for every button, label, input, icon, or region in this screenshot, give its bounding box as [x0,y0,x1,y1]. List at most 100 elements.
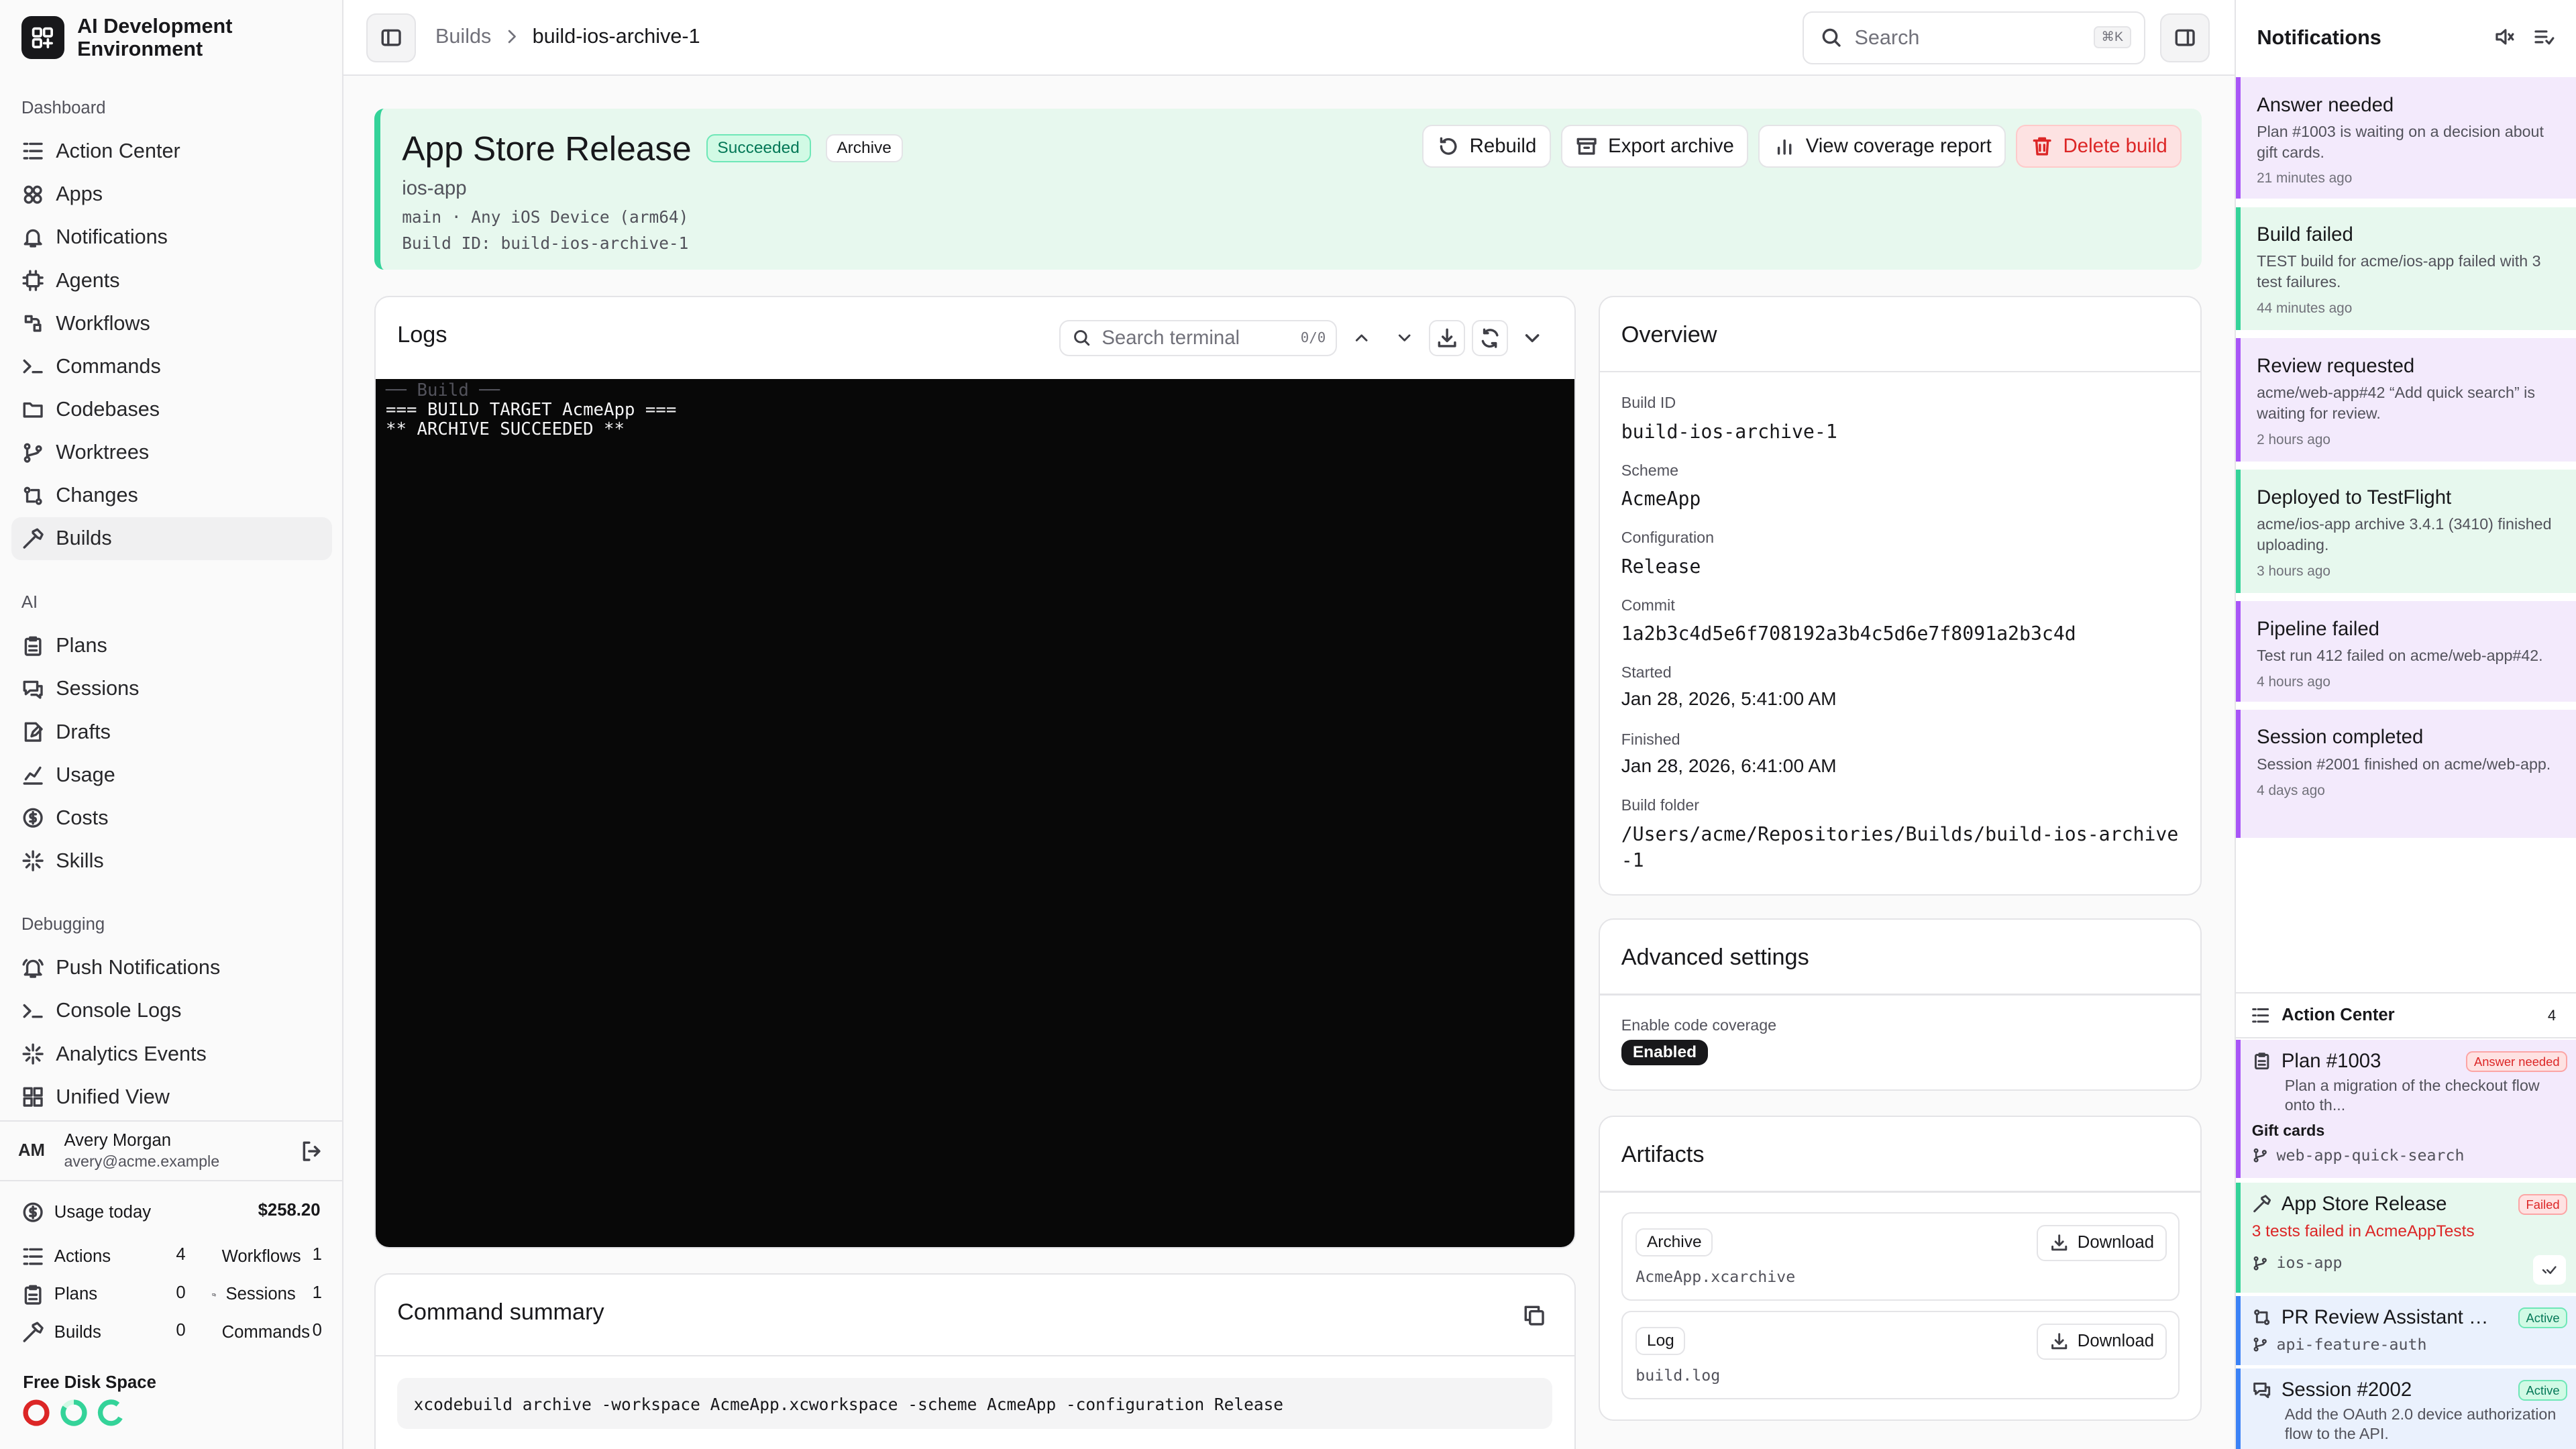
chat-icon [212,1283,216,1306]
sidebar-item-push-notifications[interactable]: Push Notifications [11,947,332,989]
sidebar-toggle-icon [381,29,401,46]
section-title-debugging: Debugging [21,915,105,934]
advanced-settings-title: Advanced settings [1621,944,1809,970]
sidebar-item-costs[interactable]: Costs [11,796,332,839]
notification-item[interactable]: Deployed to TestFlight acme/ios-app arch… [2235,470,2576,594]
copy-command-button[interactable] [1516,1297,1552,1334]
dollar-icon [21,806,44,829]
delete-build-button[interactable]: Delete build [2016,125,2182,168]
sidebar-item-plans[interactable]: Plans [11,625,332,667]
git-compare-icon [21,484,44,507]
notifications-panel: Notifications Answer needed Plan #1003 i… [2234,0,2576,1449]
sidebar-item-worktrees[interactable]: Worktrees [11,431,332,474]
advanced-settings-card: Advanced settings Enable code coverage E… [1598,918,2202,1091]
artifact-type-badge: Archive [1635,1228,1713,1256]
git-branch-icon [21,441,44,464]
notification-item[interactable]: Answer needed Plan #1003 is waiting on a… [2235,77,2576,199]
toggle-right-panel-button[interactable] [2160,13,2210,63]
overview-build-id: Build ID build-ios-archive-1 [1621,394,1837,443]
sidebar-item-workflows[interactable]: Workflows [11,302,332,345]
download-archive-button[interactable]: Download [2037,1225,2167,1261]
chevron-down-icon [1398,334,1411,342]
mute-icon[interactable] [2494,26,2516,48]
sidebar-item-codebases[interactable]: Codebases [11,388,332,431]
stat-commands[interactable]: Commands [186,1321,310,1344]
check-icon [2542,1266,2557,1274]
bell-ring-icon [21,957,44,979]
rebuild-button[interactable]: Rebuild [1422,125,1551,168]
sidebar-item-action-center[interactable]: Action Center [11,129,332,172]
stat-plans[interactable]: Plans [21,1283,160,1306]
download-log-artifact-button[interactable]: Download [2037,1323,2167,1360]
terminal-output[interactable]: ── Build ── === BUILD TARGET AcmeApp ===… [376,379,1574,1248]
artifacts-title: Artifacts [1621,1141,1705,1167]
git-compare-icon [2252,1307,2271,1327]
notification-item[interactable]: Build failed TEST build for acme/ios-app… [2235,207,2576,331]
acknowledge-button[interactable] [2532,1255,2566,1285]
sidebar-item-notifications[interactable]: Notifications [11,216,332,259]
mark-all-read-icon[interactable] [2533,26,2555,48]
folder-icon [21,398,44,421]
disk-ring-icon [23,1399,50,1426]
sidebar-item-analytics-events[interactable]: Analytics Events [11,1032,332,1075]
search-shortcut: ⌘K [2093,25,2131,48]
sidebar-item-usage[interactable]: Usage [11,753,332,796]
stat-workflows[interactable]: Workflows [186,1245,301,1268]
refresh-icon [1481,328,1499,348]
download-log-button[interactable] [1429,320,1465,356]
sidebar-item-unified-view[interactable]: Unified View [11,1075,332,1118]
log-toolbar [1344,320,1551,356]
hammer-icon [21,527,44,550]
sidebar-item-agents[interactable]: Agents [11,259,332,302]
disk-space-rings[interactable] [21,1398,127,1428]
clipboard-icon [21,1283,44,1306]
sidebar-item-drafts[interactable]: Drafts [11,710,332,753]
sidebar-item-sessions[interactable]: Sessions [11,667,332,710]
action-item[interactable]: Plan #1003 Answer needed Plan a migratio… [2235,1040,2576,1178]
status-badge: Active [2518,1307,2568,1329]
collapse-logs-button[interactable] [1514,320,1550,356]
global-search[interactable]: Search ⌘K [1802,11,2146,64]
user-card[interactable]: AM Avery Morgan avery@acme.example [0,1120,343,1181]
clipboard-icon [21,635,44,657]
next-match-button[interactable] [1386,320,1422,356]
sidebar-item-apps[interactable]: Apps [11,173,332,216]
toggle-sidebar-button[interactable] [366,13,416,63]
trash-icon [2033,137,2051,156]
nav-dashboard: Action Center Apps Notifications Agents … [11,129,332,561]
sidebar-item-skills[interactable]: Skills [11,839,332,882]
view-coverage-button[interactable]: View coverage report [1758,125,2006,168]
logout-icon[interactable] [301,1140,323,1163]
stat-actions[interactable]: Actions [21,1245,160,1268]
refresh-log-button[interactable] [1471,320,1508,356]
brand[interactable]: AI Development Environment [21,15,258,61]
action-item[interactable]: Session #2002 Active Add the OAuth 2.0 d… [2235,1368,2576,1449]
search-placeholder: Search [1854,25,1920,49]
file-edit-icon [21,720,44,743]
export-archive-button[interactable]: Export archive [1560,125,1749,168]
download-icon [2051,1333,2068,1350]
previous-match-button[interactable] [1344,320,1380,356]
usage-value: $258.20 [258,1201,321,1220]
command-summary-title: Command summary [397,1299,604,1325]
action-center-header[interactable]: Action Center 4 [2235,992,2576,1038]
refresh-icon [1440,137,1457,155]
terminal-icon [21,1000,44,1022]
stat-builds[interactable]: Builds [21,1321,160,1344]
sidebar-item-changes[interactable]: Changes [11,474,332,517]
action-item[interactable]: PR Review Assistant #4... Active api-fea… [2235,1296,2576,1366]
notification-item[interactable]: Session completed Session #2001 finished… [2235,709,2576,838]
sidebar-item-console-logs[interactable]: Console Logs [11,989,332,1032]
overview-configuration: Configuration Release [1621,529,1714,578]
sidebar-item-builds[interactable]: Builds [11,517,332,561]
status-badge: Failed [2518,1194,2568,1216]
sidebar-item-commands[interactable]: Commands [11,345,332,388]
terminal-search-input[interactable]: Search terminal 0/0 [1059,320,1338,356]
notification-item[interactable]: Review requested acme/web-app#42 “Add qu… [2235,338,2576,462]
stat-sessions[interactable]: Sessions [186,1283,296,1306]
notification-item[interactable]: Pipeline failed Test run 412 failed on a… [2235,601,2576,702]
action-item[interactable]: App Store Release Failed 3 tests failed … [2235,1183,2576,1293]
breadcrumb-builds[interactable]: Builds [435,25,491,48]
app-logo-icon [21,16,64,60]
chip-icon [21,269,44,292]
